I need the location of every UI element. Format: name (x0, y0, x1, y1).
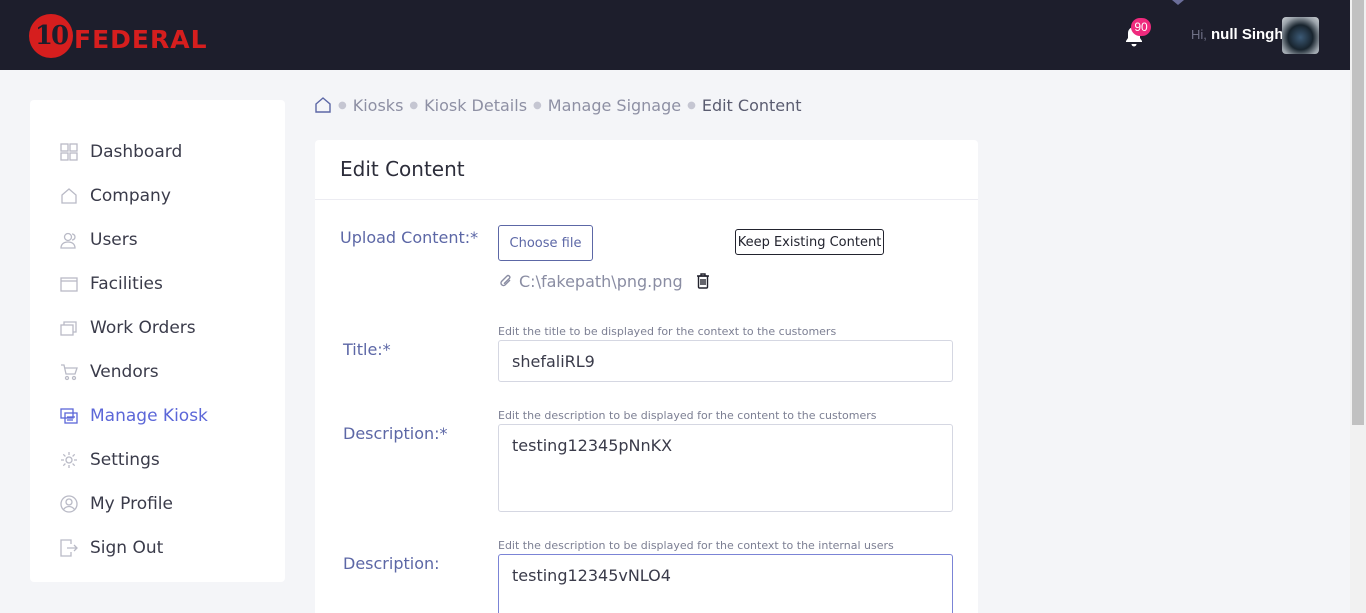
gear-icon (60, 451, 78, 469)
logo-text: FEDERAL (74, 24, 208, 54)
internal-description-textarea[interactable]: testing12345vNLO4 (498, 554, 953, 613)
caret-indicator (1172, 0, 1184, 5)
top-bar: 10 FEDERAL 90 Hi, null Singh (0, 0, 1350, 70)
sidebar-item-facilities[interactable]: Facilities (60, 270, 163, 298)
breadcrumb: ● Kiosks ● Kiosk Details ● Manage Signag… (314, 94, 802, 116)
trash-icon[interactable] (696, 273, 710, 289)
dashboard-icon (60, 143, 78, 161)
choose-file-button[interactable]: Choose file (498, 225, 593, 261)
sidebar-item-label: My Profile (90, 494, 173, 514)
greeting: Hi, (1191, 27, 1207, 42)
sidebar-item-label: Manage Kiosk (90, 406, 208, 426)
keep-existing-content-button[interactable]: Keep Existing Content (735, 229, 884, 255)
cart-icon (60, 363, 78, 381)
description-textarea[interactable]: testing12345pNnKX (498, 424, 953, 512)
edit-content-card: Edit Content Upload Content:* Choose fil… (315, 140, 978, 613)
profile-icon (60, 495, 78, 513)
selected-file: C:\fakepath\png.png (499, 271, 683, 291)
title-input[interactable]: shefaliRL9 (498, 340, 953, 382)
facilities-icon (60, 275, 78, 293)
sidebar: Dashboard Company Users Facilities Work … (30, 100, 285, 582)
sidebar-item-users[interactable]: Users (60, 226, 138, 254)
description-hint: Edit the description to be displayed for… (498, 409, 877, 422)
file-path: C:\fakepath\png.png (519, 271, 683, 291)
avatar[interactable] (1282, 17, 1319, 54)
sign-out-icon (60, 539, 78, 557)
home-icon (60, 187, 78, 205)
sidebar-item-my-profile[interactable]: My Profile (60, 490, 173, 518)
logo[interactable]: 10 FEDERAL (29, 14, 208, 58)
sidebar-item-label: Sign Out (90, 538, 164, 558)
sidebar-item-vendors[interactable]: Vendors (60, 358, 159, 386)
breadcrumb-kiosk-details[interactable]: Kiosk Details (424, 96, 527, 115)
sidebar-item-work-orders[interactable]: Work Orders (60, 314, 196, 342)
upload-content-label: Upload Content:* (340, 228, 479, 247)
page-scrollbar[interactable] (1350, 0, 1366, 613)
users-icon (60, 231, 78, 249)
sidebar-item-label: Vendors (90, 362, 159, 382)
logo-badge: 10 (29, 14, 73, 58)
sidebar-item-label: Settings (90, 450, 160, 470)
sidebar-item-label: Dashboard (90, 142, 183, 162)
breadcrumb-edit-content: Edit Content (701, 95, 802, 115)
sidebar-item-dashboard[interactable]: Dashboard (60, 138, 182, 166)
sidebar-item-settings[interactable]: Settings (60, 446, 160, 474)
description-label: Description:* (343, 424, 448, 443)
home-icon[interactable] (314, 96, 332, 114)
user-name[interactable]: null Singh (1211, 26, 1284, 43)
sidebar-item-company[interactable]: Company (60, 182, 171, 210)
breadcrumb-manage-signage[interactable]: Manage Signage (548, 96, 681, 115)
work-orders-icon (60, 319, 78, 337)
paperclip-icon (500, 274, 511, 287)
internal-description-hint: Edit the description to be displayed for… (498, 539, 894, 552)
scrollbar-thumb[interactable] (1352, 0, 1364, 425)
kiosk-icon (60, 407, 78, 425)
title-hint: Edit the title to be displayed for the c… (498, 325, 837, 338)
page-title: Edit Content (340, 157, 465, 181)
sidebar-item-label: Work Orders (90, 318, 196, 338)
breadcrumb-kiosks[interactable]: Kiosks (353, 96, 404, 115)
title-label: Title:* (343, 340, 391, 359)
sidebar-item-manage-kiosk[interactable]: Manage Kiosk (60, 402, 208, 430)
sidebar-item-sign-out[interactable]: Sign Out (60, 534, 163, 562)
sidebar-item-label: Users (90, 230, 138, 250)
internal-description-label: Description: (343, 554, 440, 573)
sidebar-item-label: Company (90, 186, 171, 206)
card-header: Edit Content (315, 140, 978, 200)
notification-badge: 90 (1131, 18, 1151, 36)
sidebar-item-label: Facilities (90, 274, 163, 294)
